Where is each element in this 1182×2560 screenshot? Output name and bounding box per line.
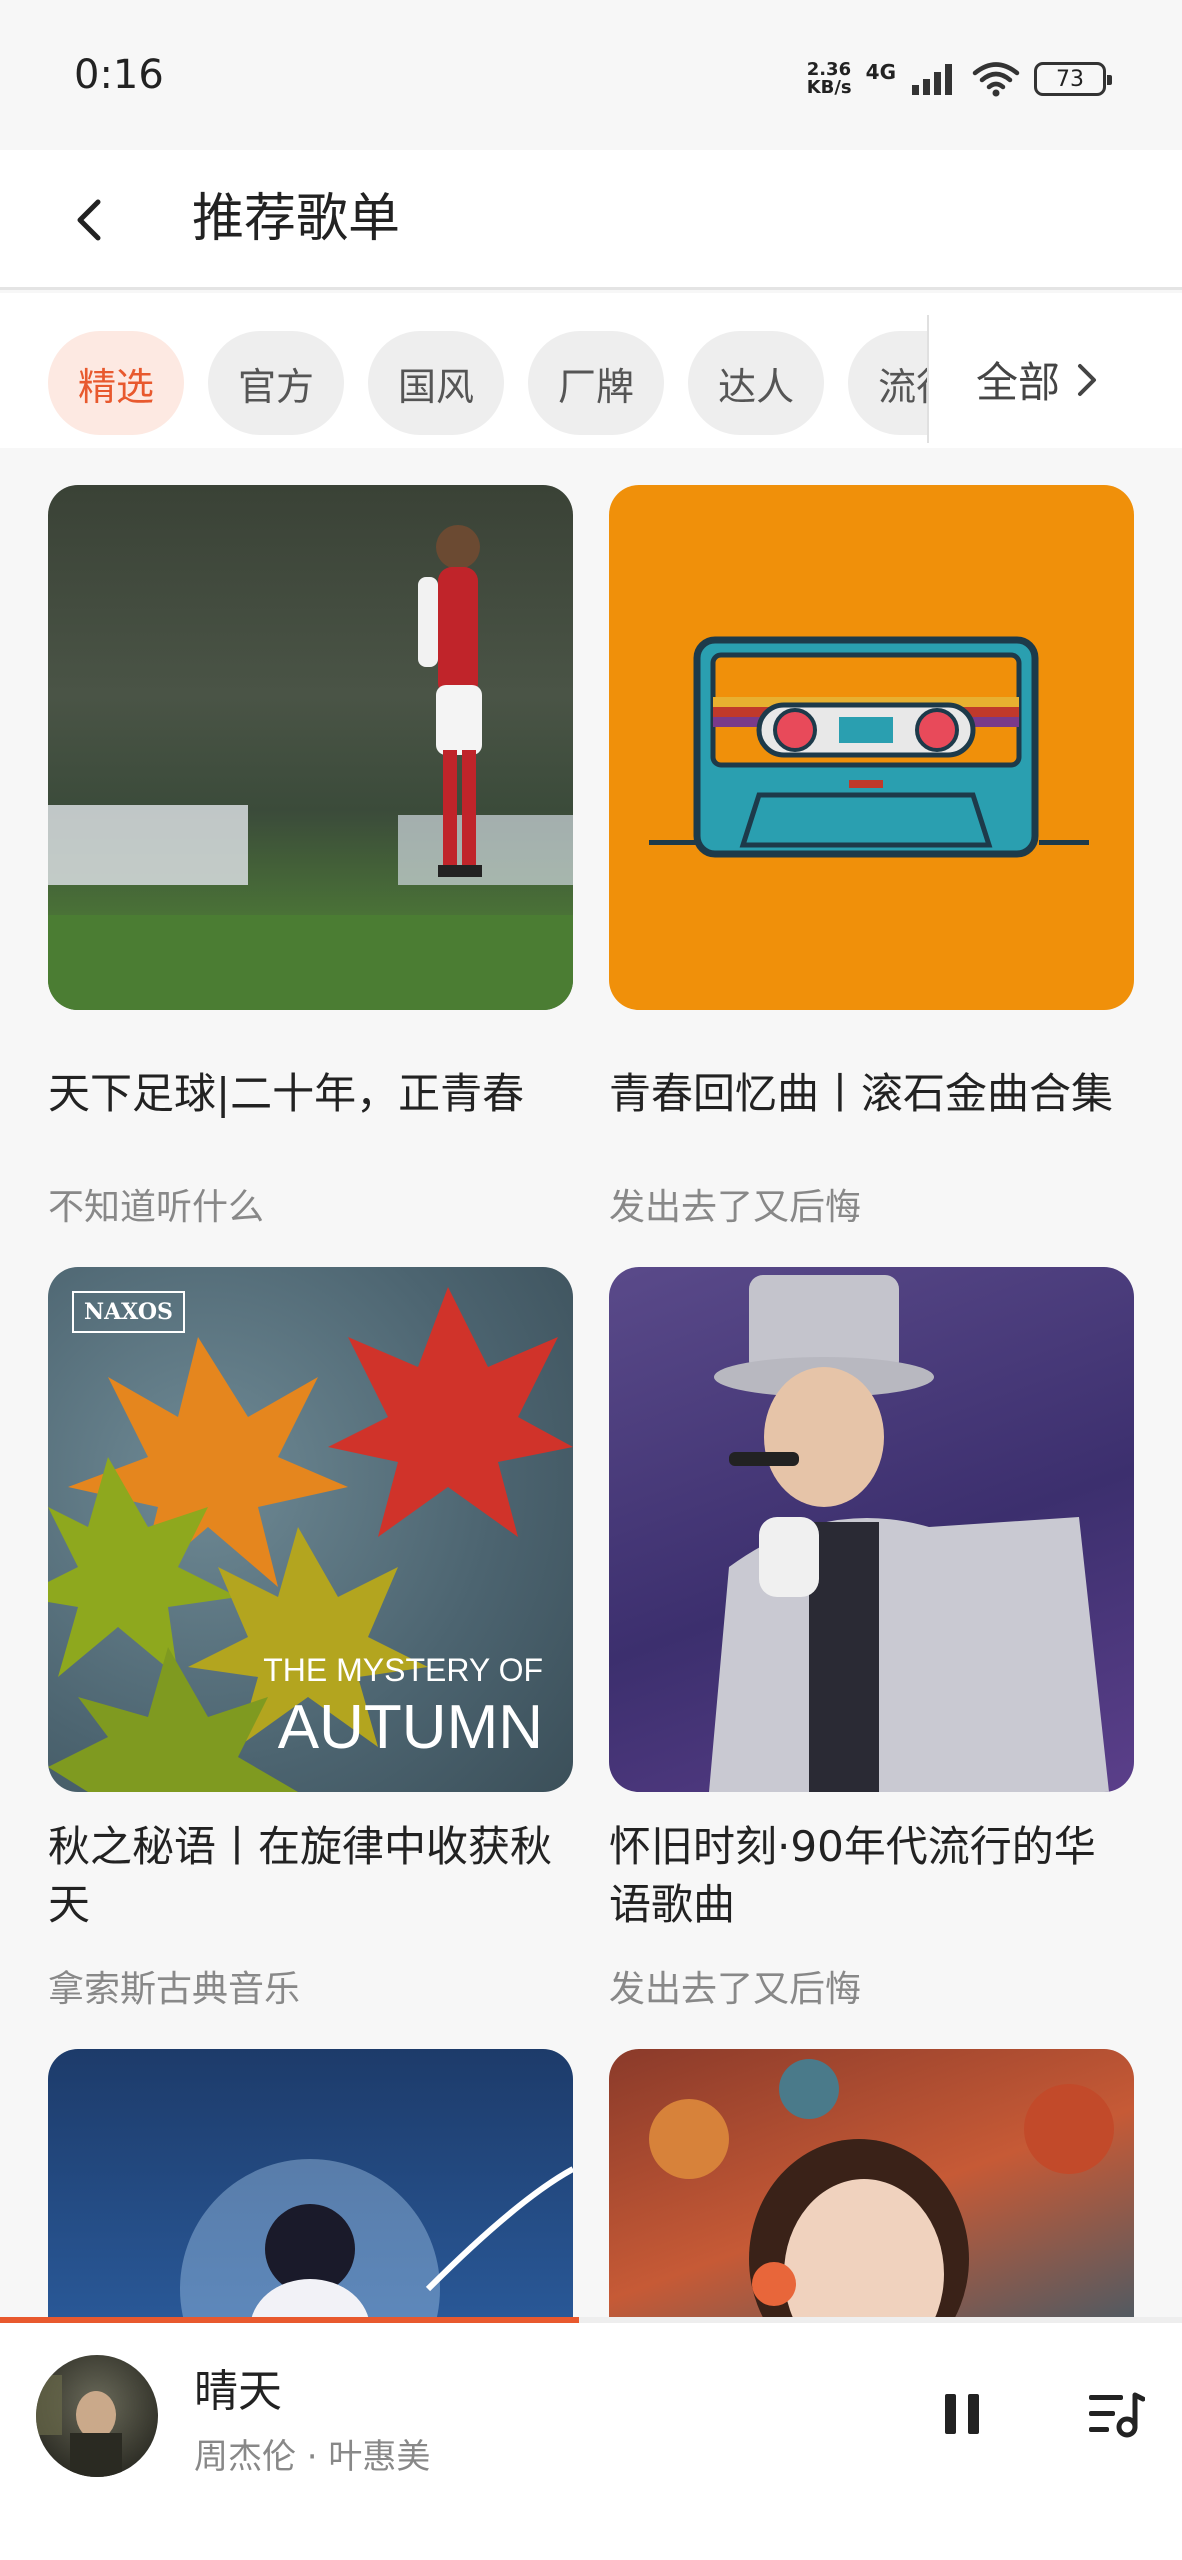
playlist-cover[interactable] bbox=[48, 485, 573, 1010]
tab-official[interactable]: 官方 bbox=[208, 331, 345, 435]
app-header: 推荐歌单 bbox=[0, 150, 1182, 290]
girl-with-headphones-image bbox=[649, 2059, 1114, 2319]
singer-image bbox=[709, 1275, 1109, 1792]
signal-icon bbox=[912, 64, 952, 95]
chevron-right-icon bbox=[1078, 363, 1097, 396]
album-cover-image bbox=[36, 2375, 122, 2477]
playlist-creator[interactable]: 发出去了又后悔 bbox=[609, 1960, 1134, 2012]
playlist-grid: 天下足球|二十年，正青春 不知道听什么 青春回忆曲丨滚石金曲合集 发出去了又后悔 bbox=[48, 485, 1134, 2319]
album-art[interactable] bbox=[36, 2355, 158, 2477]
playlist-cover[interactable] bbox=[609, 485, 1134, 1010]
playlist-card[interactable]: 天下足球|二十年，正青春 不知道听什么 bbox=[48, 485, 573, 1267]
playlist-card[interactable]: 青春回忆曲丨滚石金曲合集 发出去了又后悔 bbox=[609, 485, 1134, 1267]
back-button[interactable] bbox=[50, 180, 130, 260]
playlist-cover[interactable] bbox=[609, 1267, 1134, 1792]
playlist-card[interactable] bbox=[48, 2049, 573, 2319]
playlist-cover[interactable] bbox=[609, 2049, 1134, 2319]
pause-button[interactable] bbox=[922, 2369, 1002, 2459]
tab-pop[interactable]: 流行 bbox=[848, 331, 928, 435]
playlist-title[interactable]: 怀旧时刻·90年代流行的华语歌曲 bbox=[609, 1818, 1134, 1934]
playlist-card[interactable] bbox=[609, 2049, 1134, 2319]
football-player-image bbox=[48, 525, 573, 1010]
tabs-divider bbox=[927, 315, 929, 443]
page-title: 推荐歌单 bbox=[192, 189, 401, 249]
pause-icon bbox=[945, 2394, 979, 2434]
category-tabs: 精选 官方 国风 厂牌 达人 流行 全部 bbox=[0, 293, 1182, 448]
tab-selected[interactable]: 精选 bbox=[48, 331, 185, 435]
network-speed-unit: KB/s bbox=[806, 77, 852, 98]
cover-text-line1: THE MYSTERY OF bbox=[263, 1652, 543, 1688]
playlist-title[interactable]: 青春回忆曲丨滚石金曲合集 bbox=[609, 1036, 1134, 1152]
cover-text-line2: AUTUMN bbox=[277, 1693, 543, 1762]
playlist-creator[interactable]: 发出去了又后悔 bbox=[609, 1178, 1134, 1230]
status-icons: 2.36 KB/s 4G 73 bbox=[807, 56, 1112, 102]
playlist-title[interactable]: 天下足球|二十年，正青春 bbox=[48, 1036, 573, 1152]
network-type: 4G bbox=[865, 60, 896, 84]
playlist-button[interactable] bbox=[1074, 2369, 1158, 2459]
naxos-logo: NAXOS bbox=[72, 1291, 185, 1333]
all-categories-label: 全部 bbox=[976, 358, 1061, 407]
tab-label[interactable]: 厂牌 bbox=[528, 331, 665, 435]
playlist-cover[interactable]: NAXOS THE MYSTERY OF AUTUMN bbox=[48, 1267, 573, 1792]
mini-player[interactable]: 晴天 周杰伦 · 叶惠美 bbox=[0, 2323, 1182, 2560]
tabs-scroll[interactable]: 精选 官方 国风 厂牌 达人 流行 bbox=[48, 331, 928, 435]
playlist-creator[interactable]: 不知道听什么 bbox=[48, 1178, 573, 1230]
status-time: 0:16 bbox=[74, 52, 164, 98]
all-categories-button[interactable]: 全部 bbox=[976, 349, 1100, 410]
song-title[interactable]: 晴天 bbox=[194, 2355, 282, 2419]
battery-icon: 73 bbox=[1034, 62, 1112, 96]
playlist-creator[interactable]: 拿索斯古典音乐 bbox=[48, 1960, 573, 2012]
tab-guofeng[interactable]: 国风 bbox=[368, 331, 505, 435]
status-bar: 0:16 2.36 KB/s 4G 73 bbox=[0, 0, 1182, 150]
astronaut-image bbox=[180, 2159, 573, 2319]
playlist-card[interactable]: 怀旧时刻·90年代流行的华语歌曲 发出去了又后悔 bbox=[609, 1267, 1134, 2049]
playlist-card[interactable]: NAXOS THE MYSTERY OF AUTUMN 秋之秘语丨在旋律中收获秋… bbox=[48, 1267, 573, 2049]
wifi-icon bbox=[972, 62, 1020, 97]
song-artist[interactable]: 周杰伦 · 叶惠美 bbox=[194, 2429, 430, 2478]
back-arrow-icon bbox=[77, 199, 101, 241]
tab-creator[interactable]: 达人 bbox=[688, 331, 825, 435]
playlist-title[interactable]: 秋之秘语丨在旋律中收获秋天 bbox=[48, 1818, 573, 1934]
battery-level: 73 bbox=[1056, 66, 1084, 92]
playlist-cover[interactable] bbox=[48, 2049, 573, 2319]
cassette-tape-icon bbox=[649, 636, 1089, 858]
playlist-queue-icon bbox=[1089, 2392, 1145, 2438]
network-speed: 2.36 KB/s bbox=[807, 61, 852, 97]
